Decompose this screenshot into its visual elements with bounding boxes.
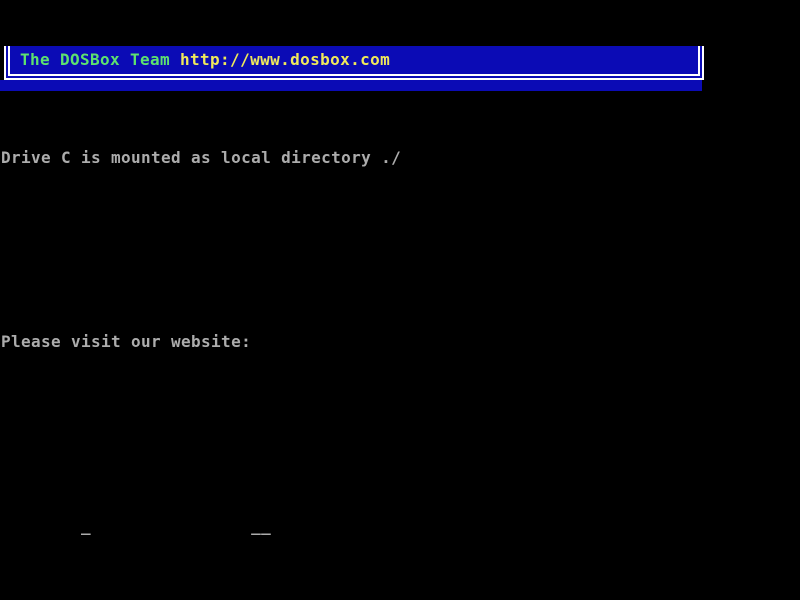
banner-title-line: The DOSBox Team http://www.dosbox.com	[20, 50, 390, 70]
ascii-art-line: _ __	[1, 516, 581, 536]
dosbox-terminal-screen[interactable]: The DOSBox Team http://www.dosbox.com Dr…	[0, 0, 800, 600]
mount-status-line: Drive C is mounted as local directory ./	[1, 148, 581, 168]
banner-url: http://www.dosbox.com	[180, 50, 390, 69]
dosbox-banner: The DOSBox Team http://www.dosbox.com	[4, 46, 704, 80]
terminal-output: Drive C is mounted as local directory ./…	[1, 92, 581, 600]
banner-team-label: The DOSBox Team	[20, 50, 180, 69]
blank-line	[1, 424, 581, 444]
website-prompt-line: Please visit our website:	[1, 332, 581, 352]
blank-line	[1, 240, 581, 260]
banner-bottom-strip	[0, 80, 702, 91]
